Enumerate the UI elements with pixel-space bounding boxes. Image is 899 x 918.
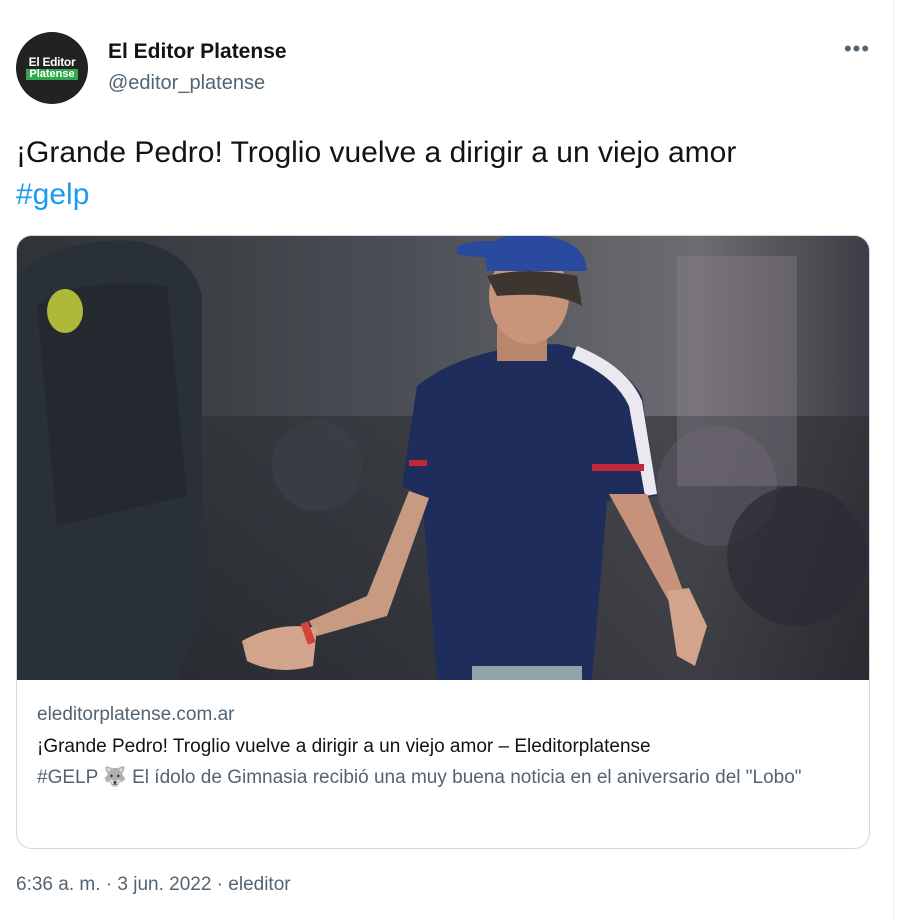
hashtag-link[interactable]: #gelp [16, 178, 89, 211]
card-domain: eleditorplatense.com.ar [37, 704, 235, 725]
card-image[interactable] [17, 236, 869, 680]
author-handle[interactable]: @editor_platense [108, 71, 287, 95]
tweet-text: ¡Grande Pedro! Troglio vuelve a dirigir … [16, 132, 876, 216]
more-horizontal-icon: ••• [843, 36, 871, 61]
avatar[interactable]: El Editor Platense [16, 32, 88, 104]
author-display-name[interactable]: El Editor Platense [108, 40, 287, 64]
coach-photo [17, 236, 869, 680]
avatar-logo-line1: El Editor [28, 55, 76, 69]
author-info: El Editor Platense @editor_platense [108, 40, 287, 95]
card-title: ¡Grande Pedro! Troglio vuelve a dirigir … [37, 736, 651, 757]
tweet-body: ¡Grande Pedro! Troglio vuelve a dirigir … [16, 136, 737, 169]
card-description: #GELP 🐺 El ídolo de Gimnasia recibió una… [37, 767, 802, 788]
avatar-logo-line2: Platense [26, 69, 78, 80]
timeline-border [893, 0, 894, 918]
card-info: eleditorplatense.com.ar ¡Grande Pedro! T… [37, 702, 857, 793]
more-options-button[interactable]: ••• [839, 38, 875, 68]
tweet-timestamp[interactable]: 6:36 a. m. · 3 jun. 2022 · eleditor [16, 874, 291, 896]
link-card[interactable]: eleditorplatense.com.ar ¡Grande Pedro! T… [16, 235, 870, 849]
tweet-header: El Editor Platense El Editor Platense @e… [16, 32, 876, 112]
